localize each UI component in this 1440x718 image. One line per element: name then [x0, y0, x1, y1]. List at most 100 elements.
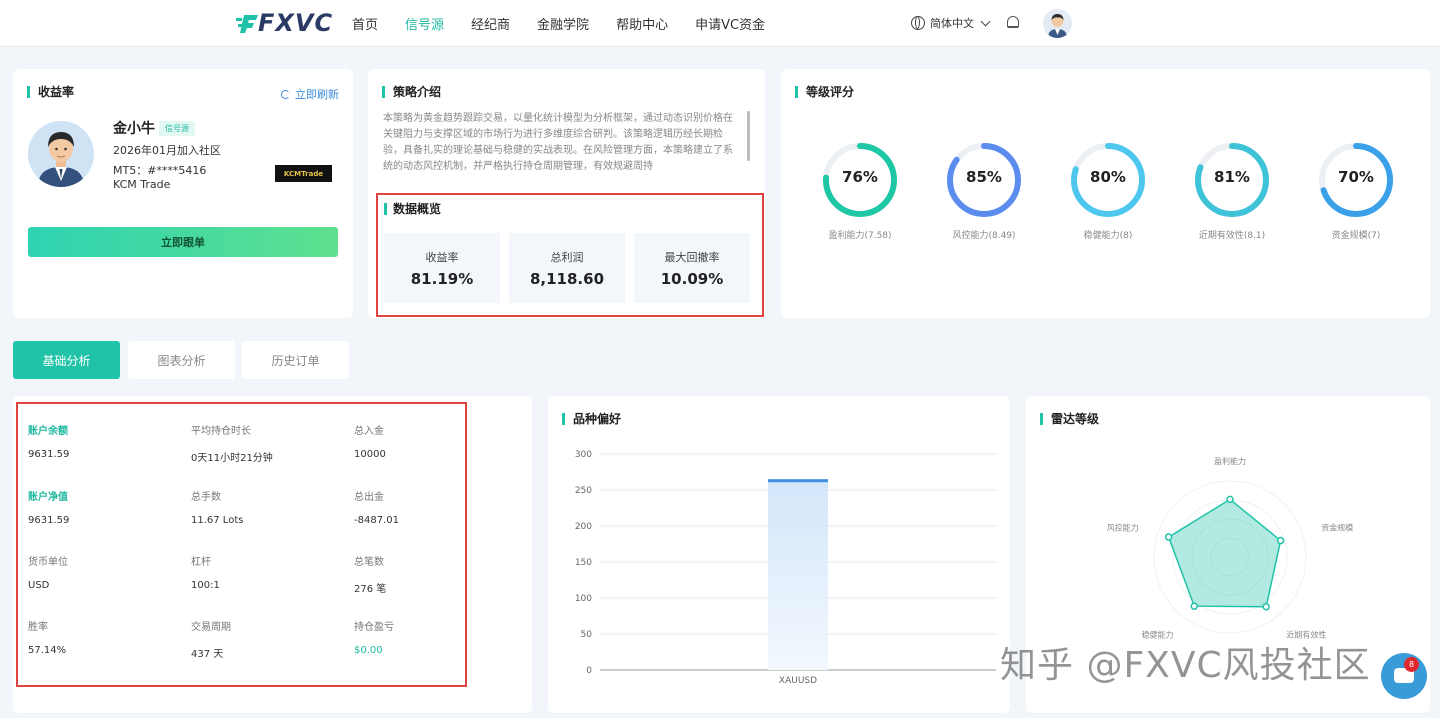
x-tick-label: XAUUSD — [779, 676, 817, 686]
account-field-value: 57.14% — [28, 645, 67, 656]
gauge-value: 70% — [1338, 168, 1374, 186]
language-label: 简体中文 — [930, 17, 974, 30]
mt5-account: MT5：#****5416 — [113, 164, 207, 177]
chat-badge: 8 — [1404, 657, 1419, 672]
account-field: 总出金 -8487.01 — [354, 488, 399, 526]
account-field-label: 总手数 — [191, 492, 221, 503]
account-field: 胜率 57.14% — [28, 618, 66, 656]
tab-basic-analysis[interactable]: 基础分析 — [13, 341, 120, 379]
stat-label: 最大回撤率 — [664, 251, 720, 264]
account-field-label: 杠杆 — [191, 557, 211, 568]
account-field: 总笔数 276 笔 — [354, 553, 386, 595]
variety-preference-card: 品种偏好 0 50 100 150 200 250 300 XAUUSD — [548, 396, 1010, 713]
radar-point[interactable] — [1262, 603, 1270, 611]
rating-gauge: 80% 稳健能力(8) — [1069, 141, 1147, 241]
nav-item-5[interactable]: 申请VC资金 — [695, 14, 765, 33]
account-field-value: 10000 — [354, 449, 386, 460]
top-navbar: FXVC 首页 信号源 经纪商 金融学院 帮助中心 申请VC资金 简体中文 — [0, 0, 1440, 47]
radar-point[interactable] — [1190, 602, 1199, 610]
trader-name: 金小牛 — [113, 121, 155, 137]
account-field-label: 总出金 — [354, 492, 384, 503]
account-field-label: 总入金 — [354, 426, 384, 437]
y-tick-label: 250 — [575, 486, 592, 496]
stat-value: 10.09% — [660, 270, 724, 288]
stat-value: 8,118.60 — [529, 270, 605, 288]
strategy-description: 本策略为黄金趋势跟踪交易，以量化统计模型为分析框架，通过动态识别价格在关键阻力与… — [383, 113, 733, 171]
globe-icon — [911, 16, 925, 30]
account-field-value: 276 笔 — [354, 584, 387, 595]
gauge-value: 76% — [842, 168, 878, 186]
refresh-button[interactable]: 立即刷新 — [281, 86, 339, 102]
refresh-label: 立即刷新 — [295, 88, 339, 101]
rating-gauge: 85% 风控能力(8.49) — [945, 141, 1023, 241]
variety-bar-chart: 0 50 100 150 200 250 300 XAUUSD — [575, 450, 996, 686]
rating-card: 等级评分 76% 盈利能力(7.58) 85% 风控能力(8.49) 80% 稳健能力(8… — [781, 69, 1430, 318]
avatar-person-icon — [1043, 9, 1072, 38]
account-field: 货币单位 USD — [28, 553, 68, 591]
overview-stat-return: 收益率 81.19% — [384, 233, 500, 303]
account-field-value: 437 天 — [191, 649, 224, 660]
account-field: 持仓盈亏 $0.00 — [354, 618, 394, 656]
tab-order-history[interactable]: 历史订单 — [242, 341, 349, 379]
broker-logo: KCMTrade — [275, 165, 332, 182]
refresh-icon — [281, 89, 290, 99]
account-field-label: 平均持仓时长 — [191, 426, 251, 437]
nav-item-0[interactable]: 首页 — [352, 14, 378, 33]
account-field-value: 9631.59 — [28, 515, 70, 526]
watermark: 知乎 @FXVC风投社区 — [1000, 645, 1371, 686]
tab-chart-analysis[interactable]: 图表分析 — [128, 341, 235, 379]
bar-XAUUSD[interactable] — [768, 479, 828, 670]
nav-item-4[interactable]: 帮助中心 — [616, 14, 668, 33]
account-field: 平均持仓时长 0天11小时21分钟 — [191, 422, 273, 464]
nav-item-1[interactable]: 信号源 — [405, 14, 444, 33]
gauge-value: 81% — [1214, 168, 1250, 186]
data-overview-panel: 数据概览 收益率 81.19% 总利润 8,118.60 最大回撤率 10.09… — [376, 193, 764, 317]
nav-item-3[interactable]: 金融学院 — [537, 14, 589, 33]
account-field-value: 11.67 Lots — [191, 515, 244, 526]
account-field-label: 交易周期 — [191, 622, 231, 633]
chevron-down-icon — [980, 16, 991, 26]
account-field: 杠杆 100:1 — [191, 553, 220, 591]
account-field-label: 持仓盈亏 — [354, 622, 394, 633]
nav-item-2[interactable]: 经纪商 — [471, 14, 510, 33]
rating-gauge: 81% 近期有效性(8.1) — [1193, 141, 1271, 241]
account-field-value: $0.00 — [354, 645, 383, 656]
overview-stat-profit: 总利润 8,118.60 — [509, 233, 625, 303]
radar-point[interactable] — [1226, 495, 1234, 504]
bar-top-cap — [768, 479, 828, 483]
gauge-label: 近期有效性(8.1) — [1198, 231, 1266, 241]
radar-axis-label: 盈利能力 — [1214, 456, 1246, 466]
bell-icon[interactable] — [1007, 16, 1019, 28]
account-field-value: -8487.01 — [354, 515, 399, 526]
gauge-label: 稳健能力(8) — [1083, 231, 1133, 241]
rating-title: 等级评分 — [795, 86, 854, 98]
radar-point[interactable] — [1164, 533, 1173, 541]
y-tick-label: 300 — [575, 450, 592, 460]
y-tick-label: 100 — [575, 594, 592, 604]
follow-button[interactable]: 立即跟单 — [28, 227, 338, 257]
gauge-label: 盈利能力(7.58) — [828, 231, 892, 241]
account-field-value: USD — [28, 580, 50, 591]
account-field-label: 胜率 — [28, 622, 48, 633]
radar-area — [1167, 498, 1282, 608]
strategy-scrollbar[interactable] — [747, 111, 750, 161]
fxvc-logo[interactable]: FXVC — [236, 9, 333, 37]
logo-text: FXVC — [258, 9, 334, 37]
radar-axis-label: 风控能力 — [1107, 522, 1139, 532]
strategy-title: 策略介绍 — [382, 86, 441, 98]
joined-date: 2026年01月加入社区 — [113, 144, 221, 157]
user-avatar[interactable] — [1043, 9, 1072, 38]
account-field-label: 账户净值 — [28, 492, 68, 503]
strategy-card: 策略介绍 本策略为黄金趋势跟踪交易，以量化统计模型为分析框架，通过动态识别价格在… — [368, 69, 765, 318]
profile-card-title: 收益率 — [27, 86, 74, 98]
broker-name: KCM Trade — [113, 178, 171, 191]
account-field: 账户余额 9631.59 — [28, 422, 69, 460]
gauge-value: 85% — [966, 168, 1002, 186]
radar-point[interactable] — [1276, 536, 1285, 545]
y-tick-label: 0 — [586, 666, 592, 676]
rating-gauge: 76% 盈利能力(7.58) — [821, 141, 899, 241]
y-tick-label: 200 — [575, 522, 592, 532]
account-field: 交易周期 437 天 — [191, 618, 231, 660]
language-selector[interactable]: 简体中文 — [911, 15, 991, 31]
y-tick-label: 150 — [575, 558, 592, 568]
